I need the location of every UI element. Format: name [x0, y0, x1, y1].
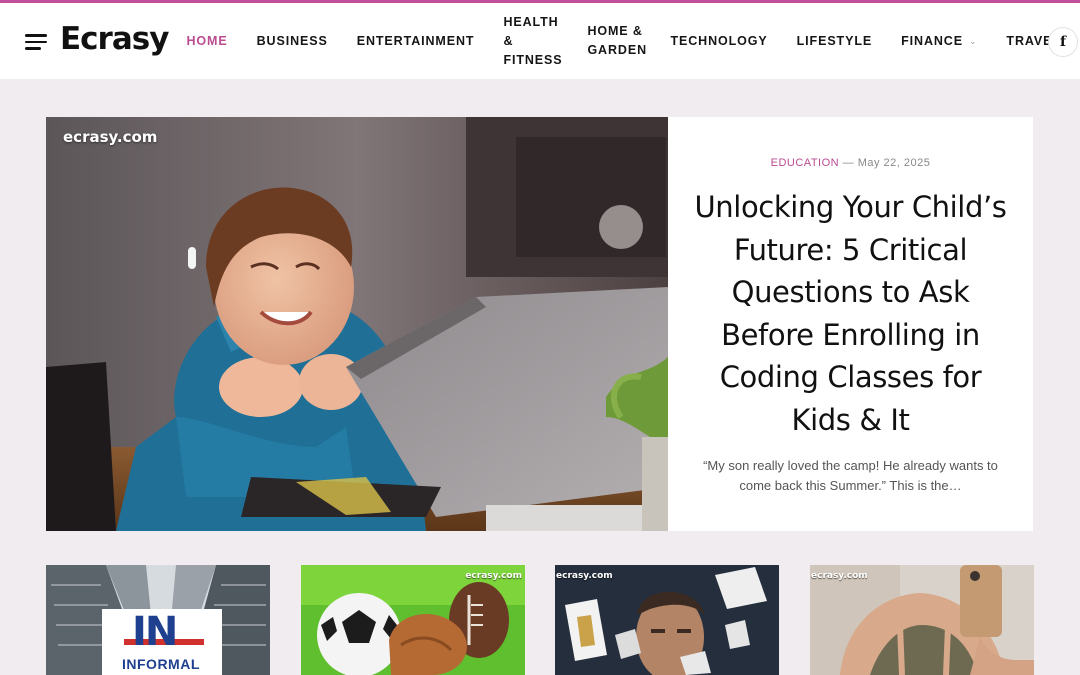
nav-item-finance-label: FINANCE: [901, 33, 963, 48]
menu-icon[interactable]: [25, 34, 47, 50]
card-1-logo-sub: INFORMAL: [122, 656, 200, 672]
card-2-illustration: [301, 565, 525, 675]
post-meta: EDUCATION — May 22, 2025: [690, 157, 1011, 169]
nav-item-finance[interactable]: FINANCE ⌄: [887, 32, 992, 51]
post-date: May 22, 2025: [857, 157, 931, 169]
post-excerpt: “My son really loved the camp! He alread…: [703, 458, 998, 493]
post-card-2-image[interactable]: ecrasy.com: [301, 565, 525, 675]
post-title[interactable]: Unlocking Your Child’s Future: 5 Critica…: [690, 186, 1011, 441]
featured-photo-illustration: [46, 117, 668, 531]
nav-item-business[interactable]: BUSINESS: [242, 32, 342, 51]
nav-item-technology[interactable]: TECHNOLOGY: [656, 32, 782, 51]
nav-item-health-fitness[interactable]: HEALTH & FITNESS: [489, 13, 573, 70]
card-1-logo: IN: [132, 609, 178, 655]
post-card-4-image[interactable]: ecrasy.com: [810, 565, 1034, 675]
card-2-watermark: ecrasy.com: [465, 571, 522, 581]
nav-item-home-garden[interactable]: HOME & GARDEN: [573, 22, 656, 60]
featured-post: ecrasy.com EDUCATION — May 22, 2025 Unlo…: [46, 117, 1033, 531]
card-4-illustration: [810, 565, 1034, 675]
image-watermark: ecrasy.com: [63, 128, 158, 146]
nav-item-entertainment[interactable]: ENTERTAINMENT: [342, 32, 489, 51]
post-category[interactable]: EDUCATION: [771, 157, 839, 169]
featured-post-content: EDUCATION — May 22, 2025 Unlocking Your …: [668, 117, 1033, 531]
site-header: Ecrasy HOME BUSINESS ENTERTAINMENT HEALT…: [0, 3, 1080, 79]
nav-item-home[interactable]: HOME: [172, 32, 242, 51]
nav-item-lifestyle[interactable]: LIFESTYLE: [782, 32, 886, 51]
featured-post-image[interactable]: ecrasy.com: [46, 117, 668, 531]
post-card-1-image[interactable]: IN INFORMAL: [46, 565, 270, 675]
card-3-watermark: ecrasy.com: [556, 571, 613, 581]
meta-separator: —: [842, 157, 855, 169]
card-3-illustration: [555, 565, 779, 675]
facebook-icon[interactable]: f: [1048, 27, 1078, 57]
post-card-3-image[interactable]: ecrasy.com: [555, 565, 779, 675]
site-logo[interactable]: Ecrasy: [60, 21, 169, 57]
main-nav: HOME BUSINESS ENTERTAINMENT HEALTH & FIT…: [172, 3, 1075, 79]
card-4-watermark: ecrasy.com: [811, 571, 868, 581]
chevron-down-icon: ⌄: [968, 35, 978, 46]
